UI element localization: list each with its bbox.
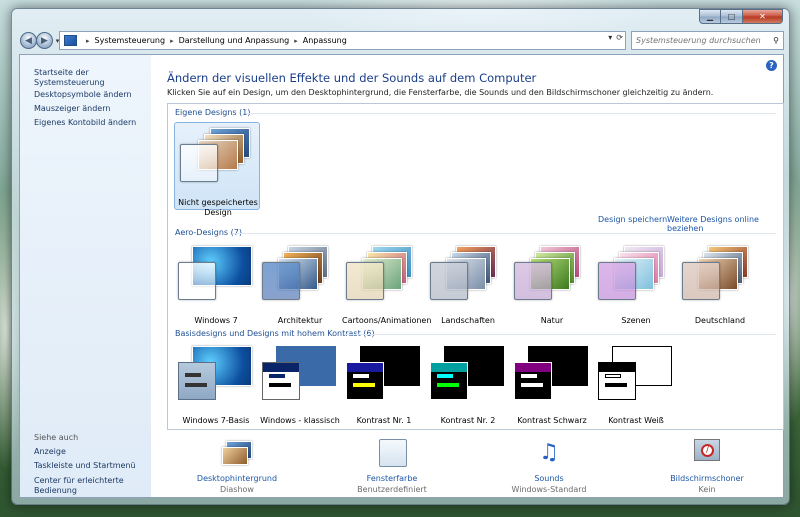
back-button[interactable]: ◀: [20, 32, 37, 49]
chevron-right-icon[interactable]: ▸: [294, 37, 298, 45]
theme-label: Cartoons/Animationen: [342, 316, 432, 325]
theme-label: Nicht gespeichertes: [178, 198, 258, 207]
control-panel-icon: [64, 35, 77, 46]
theme-gallery: Eigene Designs (1) Nicht gespeichertes D…: [167, 103, 784, 430]
theme-tile-kontrast-1[interactable]: Kontrast Nr. 1: [342, 344, 426, 426]
link-anzeige[interactable]: Anzeige: [34, 447, 66, 457]
control-panel-window: ▁ □ ✕ ◀ ▶ ▾ ▸ Systemsteuerung ▸ Darstell…: [11, 8, 790, 505]
main-pane: ? Ändern der visuellen Effekte und der S…: [151, 55, 784, 497]
desktop-background-setting[interactable]: Desktophintergrund Diashow: [167, 439, 307, 494]
window-glass-icon: [178, 262, 216, 300]
breadcrumb-systemsteuerung[interactable]: Systemsteuerung: [95, 36, 166, 45]
window-glass-icon: [262, 262, 300, 300]
theme-label: Szenen: [621, 316, 651, 325]
setting-value: Benutzerdefiniert: [357, 485, 427, 494]
theme-tile-deutschland[interactable]: Deutschland: [678, 244, 762, 326]
theme-label: Deutschland: [694, 316, 746, 325]
window-glass-icon: [514, 262, 552, 300]
page-description: Klicken Sie auf ein Design, um den Deskt…: [167, 88, 714, 97]
theme-tile-architektur[interactable]: Architektur: [258, 244, 342, 326]
theme-tile-landschaften[interactable]: Landschaften: [426, 244, 510, 326]
screensaver-icon: /: [690, 439, 724, 469]
my-themes-heading: Eigene Designs (1): [175, 108, 251, 117]
maximize-button[interactable]: □: [721, 9, 743, 24]
theme-tile-windows7-basis[interactable]: Windows 7-Basis: [174, 344, 258, 426]
close-button[interactable]: ✕: [743, 9, 783, 24]
theme-label: Kontrast Nr. 2: [440, 416, 496, 425]
window-glass-icon: [180, 144, 218, 182]
screensaver-setting[interactable]: / Bildschirmschoner Kein: [637, 439, 777, 494]
theme-label: Windows - klassisch: [260, 416, 340, 425]
theme-tile-unsaved[interactable]: Nicht gespeichertes Design: [176, 126, 260, 218]
setting-title[interactable]: Desktophintergrund: [167, 474, 307, 483]
section-divider: [246, 113, 776, 114]
theme-label: Kontrast Weiß: [608, 416, 664, 425]
forward-button[interactable]: ▶: [36, 32, 53, 49]
theme-label: Landschaften: [441, 316, 495, 325]
link-startseite[interactable]: Startseite der Systemsteuerung: [34, 68, 151, 88]
see-also-heading: Siehe auch: [34, 433, 79, 442]
breadcrumb-anpassung[interactable]: Anpassung: [303, 36, 347, 45]
save-theme-link[interactable]: Design speichern: [598, 215, 667, 224]
setting-title[interactable]: Sounds: [479, 474, 619, 483]
window-glass-icon: [682, 262, 720, 300]
chevron-right-icon: ▸: [86, 36, 90, 45]
nav-buttons: ◀ ▶ ▾: [20, 32, 62, 49]
breadcrumb-darstellung[interactable]: Darstellung und Anpassung: [179, 36, 290, 45]
link-kontobild[interactable]: Eigenes Kontobild ändern: [34, 118, 136, 128]
theme-label: Design: [204, 208, 232, 217]
theme-tile-kontrast-schwarz[interactable]: Kontrast Schwarz: [510, 344, 594, 426]
theme-label: Natur: [540, 316, 564, 325]
search-box[interactable]: ⚲: [631, 31, 784, 50]
theme-label: Architektur: [277, 316, 323, 325]
link-mauszeiger[interactable]: Mauszeiger ändern: [34, 104, 110, 114]
window-glass-icon: [598, 262, 636, 300]
theme-tile-natur[interactable]: Natur: [510, 244, 594, 326]
link-erleichterte-bedienung[interactable]: Center für erleichterte Bedienung: [34, 476, 134, 496]
section-divider: [232, 233, 776, 234]
sounds-icon: ♫: [539, 440, 559, 465]
theme-tile-kontrast-weiss[interactable]: Kontrast Weiß: [594, 344, 678, 426]
left-pane: Startseite der Systemsteuerung Desktopsy…: [20, 55, 151, 497]
page-title: Ändern der visuellen Effekte und der Sou…: [167, 71, 537, 85]
theme-label: Kontrast Schwarz: [517, 416, 587, 425]
sounds-setting[interactable]: ♫ Sounds Windows-Standard: [479, 439, 619, 494]
setting-value: Kein: [698, 485, 716, 494]
window-glass-icon: [430, 262, 468, 300]
link-taskleiste[interactable]: Taskleiste und Startmenü: [34, 461, 136, 471]
theme-label: Kontrast Nr. 1: [356, 416, 412, 425]
setting-title[interactable]: Bildschirmschoner: [637, 474, 777, 483]
setting-value: Diashow: [220, 485, 254, 494]
link-desktopsymbole[interactable]: Desktopsymbole ändern: [34, 90, 132, 100]
window-color-icon: [375, 439, 409, 469]
theme-settings-bar: Desktophintergrund Diashow Fensterfarbe …: [167, 439, 784, 497]
refresh-icon[interactable]: ⟳: [616, 33, 623, 42]
window-glass-icon: [346, 262, 384, 300]
theme-tile-windows-klassisch[interactable]: Windows - klassisch: [258, 344, 342, 426]
setting-value: Windows-Standard: [511, 485, 587, 494]
theme-tile-cartoons[interactable]: Cartoons/Animationen: [342, 244, 432, 326]
theme-tile-kontrast-2[interactable]: Kontrast Nr. 2: [426, 344, 510, 426]
content-area: Startseite der Systemsteuerung Desktopsy…: [19, 54, 784, 498]
search-input[interactable]: [636, 36, 766, 45]
chevron-right-icon[interactable]: ▸: [170, 37, 174, 45]
setting-title[interactable]: Fensterfarbe: [322, 474, 462, 483]
address-dropdown-icon[interactable]: ▾: [608, 33, 612, 42]
more-themes-online-link[interactable]: Weitere Designs online beziehen: [667, 215, 783, 233]
theme-tile-szenen[interactable]: Szenen: [594, 244, 678, 326]
section-divider: [344, 334, 776, 335]
address-bar[interactable]: ▸ Systemsteuerung ▸ Darstellung und Anpa…: [59, 31, 626, 50]
minimize-button[interactable]: ▁: [699, 9, 721, 24]
theme-label: Windows 7-Basis: [182, 416, 250, 425]
theme-label: Windows 7: [194, 316, 238, 325]
window-color-setting[interactable]: Fensterfarbe Benutzerdefiniert: [322, 439, 462, 494]
search-icon[interactable]: ⚲: [773, 36, 779, 45]
help-icon[interactable]: ?: [766, 60, 777, 71]
window-controls: ▁ □ ✕: [699, 9, 783, 24]
theme-tile-windows7[interactable]: Windows 7: [174, 244, 258, 326]
desktop-background-icon: [220, 439, 254, 469]
